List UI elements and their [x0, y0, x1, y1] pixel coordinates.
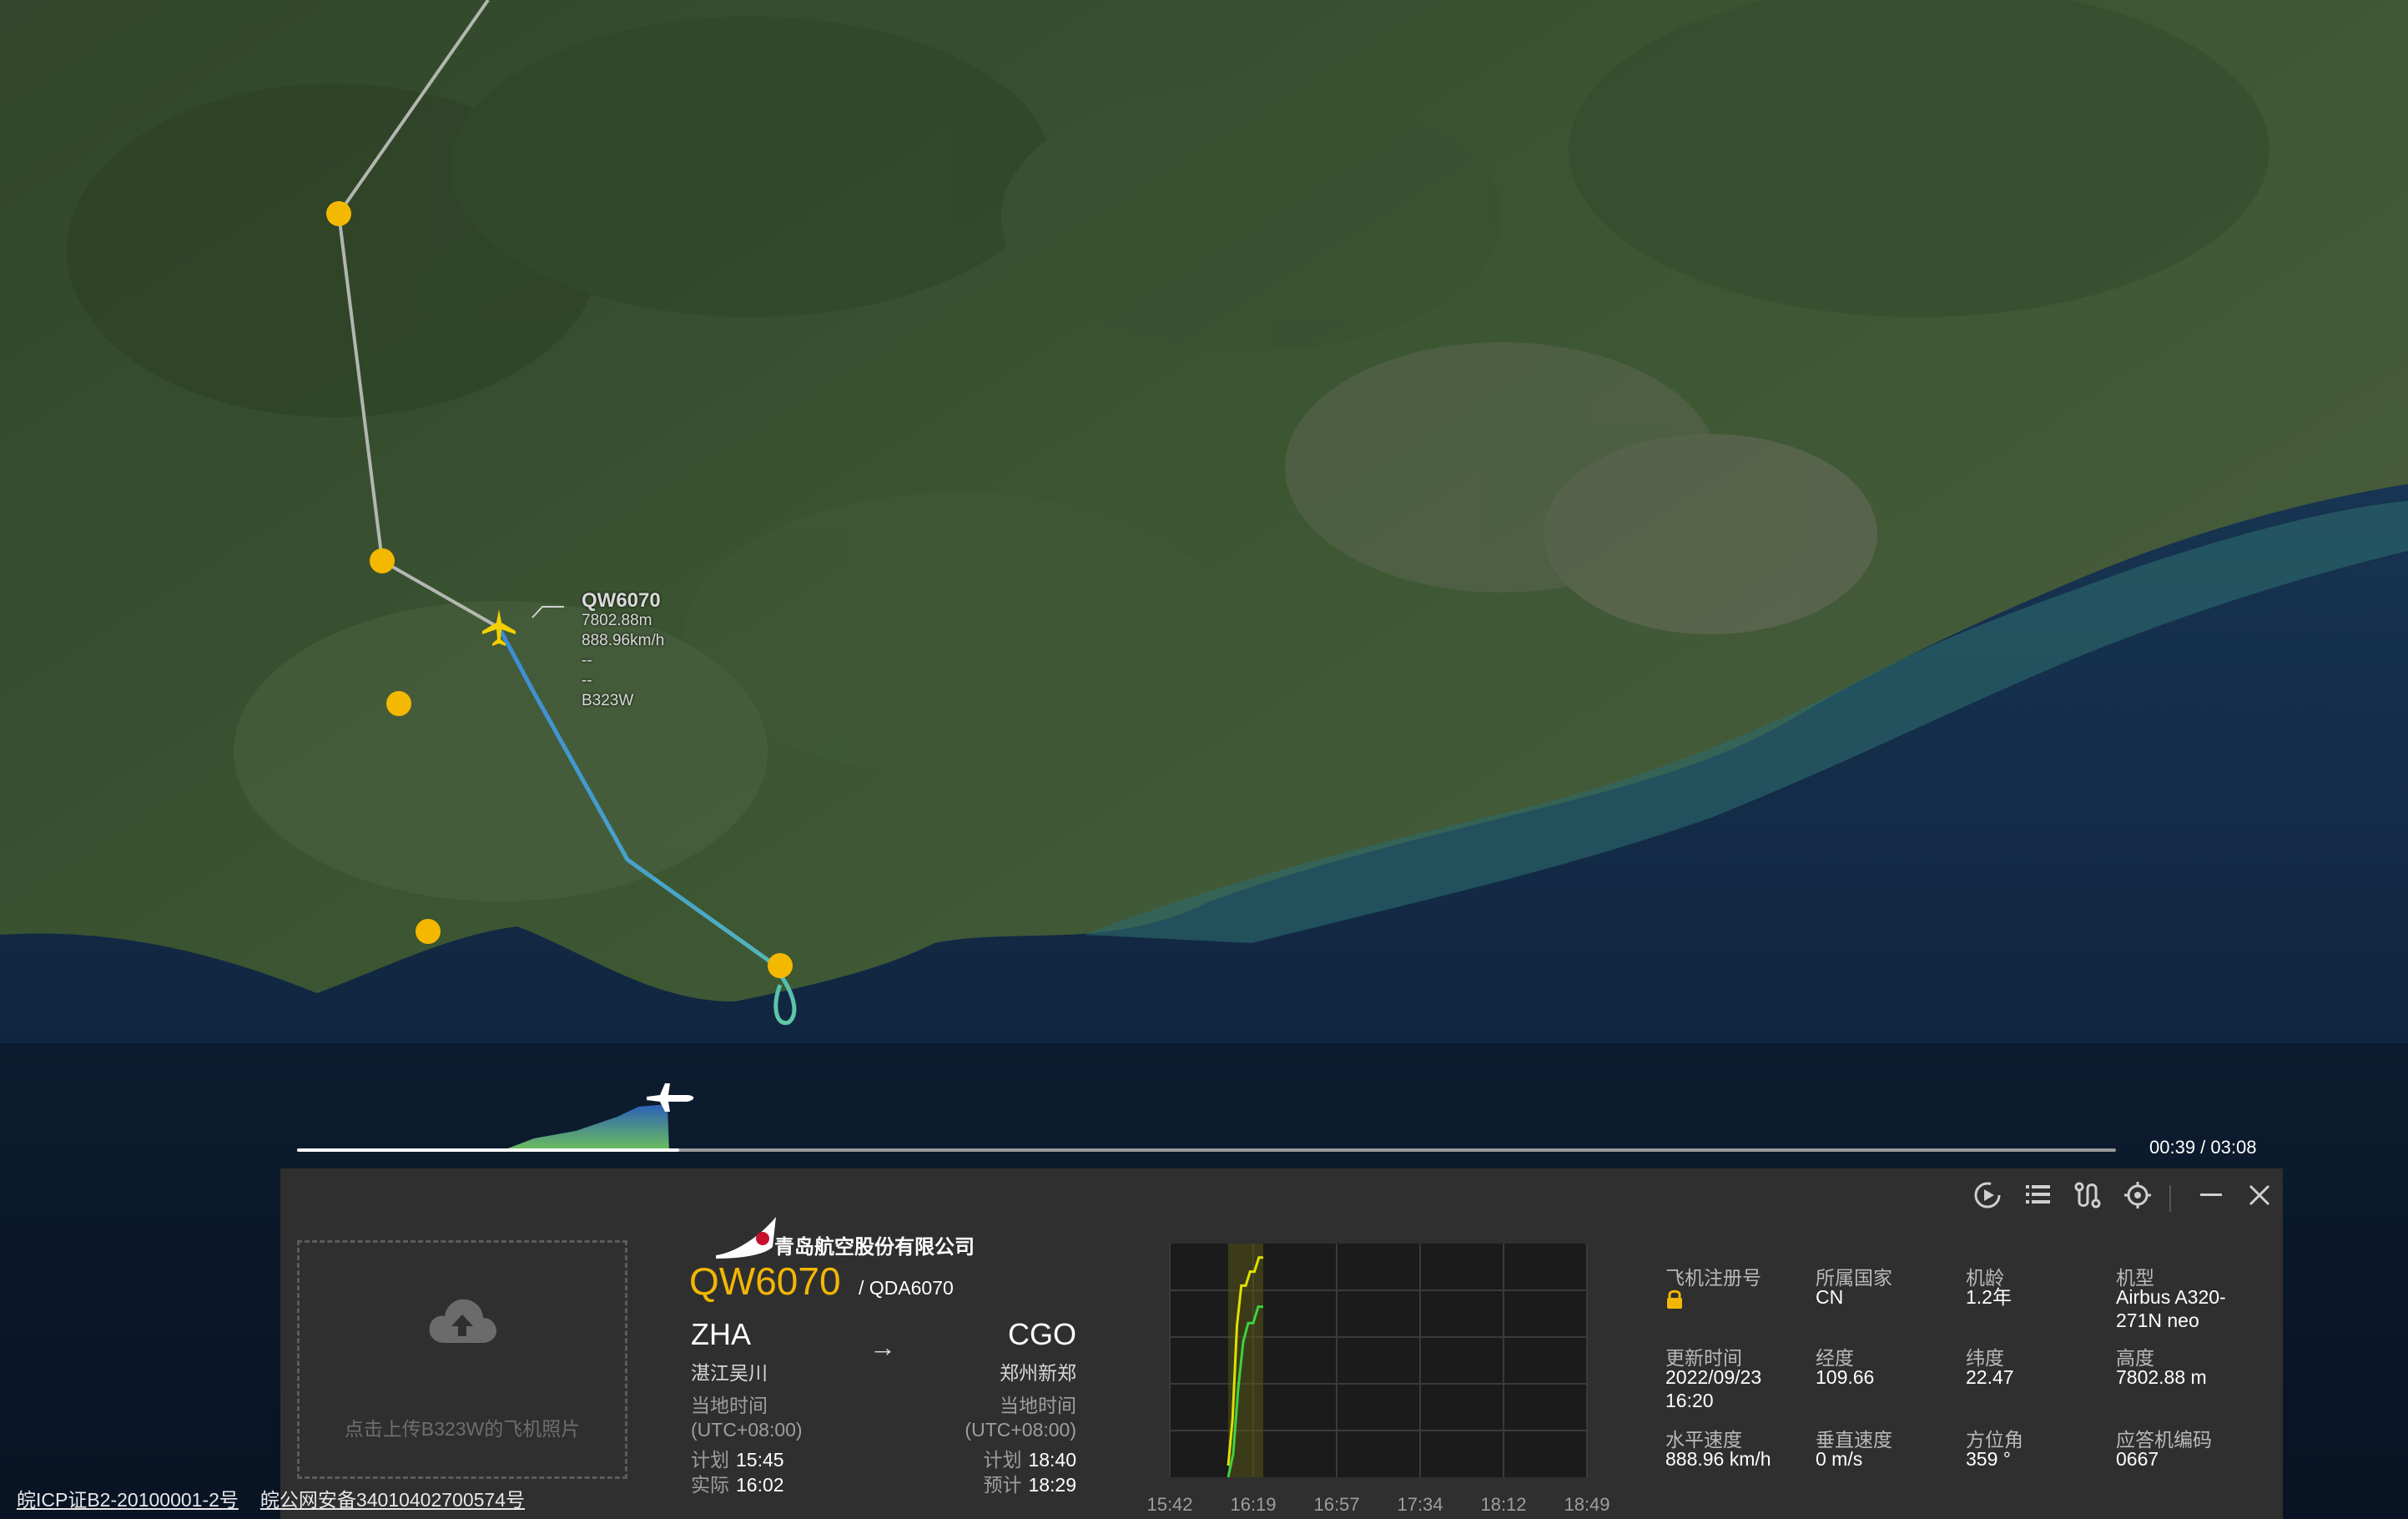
info-value: 0667 [2116, 1448, 2159, 1470]
destination-local-time-label: 当地时间 [1000, 1395, 1076, 1416]
locate-icon[interactable] [2119, 1180, 2156, 1217]
close-icon[interactable] [2241, 1180, 2278, 1217]
destination-plan-label: 计划 [983, 1449, 1022, 1471]
altitude-speed-chart: 15:42 16:19 16:57 17:34 18:12 18:49 [1146, 1244, 1610, 1515]
info-value: CN [1816, 1286, 1844, 1308]
list-icon[interactable] [2019, 1180, 2056, 1217]
map-speed: 888.96km/h [582, 632, 665, 649]
chart-x-tick-label: 15:42 [1146, 1494, 1192, 1515]
destination-utc: (UTC+08:00) [965, 1419, 1076, 1441]
toolbar-divider [2169, 1185, 2171, 1212]
info-label: 飞机注册号 [1665, 1267, 1761, 1289]
destination-est-time: 18:29 [1028, 1474, 1076, 1496]
replay-icon[interactable] [1969, 1180, 2006, 1217]
origin-local-time-label: 当地时间 [691, 1395, 768, 1416]
origin-actual-label: 实际 [691, 1474, 729, 1496]
map-registration: B323W [582, 692, 634, 709]
origin-timezone: 当地时间 (UTC+08:00) [691, 1394, 803, 1442]
route-icon[interactable] [2069, 1180, 2106, 1217]
destination-plan-time: 18:40 [1028, 1449, 1076, 1471]
origin-actual-time: 16:02 [736, 1474, 784, 1496]
chart-x-tick-label: 17:34 [1397, 1494, 1443, 1515]
waypoint-marker[interactable] [768, 953, 793, 978]
info-value: 1.2年 [1966, 1286, 2012, 1308]
destination-est-label: 预计 [983, 1474, 1022, 1496]
lock-icon [1667, 1289, 1682, 1309]
minimize-icon[interactable] [2193, 1180, 2229, 1217]
chart-x-tick-label: 16:19 [1230, 1494, 1276, 1515]
destination-plan-row: 计划 18:40 [983, 1444, 1076, 1472]
waypoint-marker[interactable] [416, 919, 441, 944]
destination-est-row: 预计 18:29 [983, 1469, 1076, 1497]
footer: 皖ICP证B2-20100001-2号 皖公网安备34010402700574号 [17, 1484, 547, 1512]
flight-icao-code: / QDA6070 [859, 1277, 954, 1299]
map-label-line4: -- [582, 672, 592, 689]
origin-utc: (UTC+08:00) [691, 1419, 803, 1441]
info-value: 2022/09/23 16:20 [1665, 1366, 1762, 1411]
route-arrow: → [869, 1332, 896, 1362]
info-value: 22.47 [1966, 1366, 2014, 1388]
destination-city: 郑州新郑 [1000, 1362, 1076, 1384]
flight-info-panel: 点击上传B323W的飞机照片 青岛航空股份有限公司 QW6070 / QDA60… [280, 1168, 2283, 1519]
chart-x-tick-label: 18:12 [1480, 1494, 1526, 1515]
flight-number: QW6070 [689, 1259, 841, 1303]
destination-airport-code: CGO [1007, 1317, 1076, 1351]
origin-plan-time: 15:45 [736, 1449, 784, 1471]
map-label-line3: -- [582, 652, 592, 669]
origin-actual-row: 实际 16:02 [691, 1469, 784, 1497]
playback-progress-track[interactable] [297, 1148, 2116, 1152]
info-value: 0 m/s [1816, 1448, 1863, 1470]
airline-name: 青岛航空股份有限公司 [774, 1236, 975, 1259]
airline-logo-icon [716, 1217, 776, 1259]
waypoint-marker[interactable] [386, 691, 411, 716]
info-value: 109.66 [1816, 1366, 1875, 1388]
police-link[interactable]: 皖公网安备34010402700574号 [260, 1489, 525, 1511]
chart-x-tick-label: 16:57 [1313, 1494, 1359, 1515]
icp-link[interactable]: 皖ICP证B2-20100001-2号 [17, 1489, 239, 1511]
map-callsign: QW6070 [582, 589, 661, 612]
map-altitude: 7802.88m [582, 612, 652, 629]
playback-time: 00:39 / 03:08 [2149, 1137, 2257, 1158]
photo-upload-area[interactable]: 点击上传B323W的飞机照片 [297, 1240, 627, 1479]
cloud-upload-icon [429, 1299, 496, 1343]
info-value: 888.96 km/h [1665, 1448, 1771, 1470]
origin-plan-label: 计划 [691, 1449, 729, 1471]
playback-progress-fill [297, 1148, 679, 1152]
origin-airport-code: ZHA [691, 1317, 751, 1351]
origin-plan-row: 计划 15:45 [691, 1444, 784, 1472]
origin-city: 湛江吴川 [691, 1362, 768, 1384]
aircraft-map-label: QW6070 7802.88m 888.96km/h -- -- B323W [582, 591, 664, 711]
info-value: 7802.88 m [2116, 1366, 2207, 1388]
info-value: Airbus A320-271N neo [2116, 1286, 2226, 1331]
photo-upload-text: 点击上传B323W的飞机照片 [344, 1418, 581, 1440]
playback-bar: 00:39 / 03:08 [297, 1085, 2283, 1168]
waypoint-marker[interactable] [370, 548, 395, 573]
info-value: 359 ° [1966, 1448, 2011, 1470]
chart-x-tick-label: 18:49 [1564, 1494, 1610, 1515]
destination-timezone: 当地时间 (UTC+08:00) [965, 1394, 1076, 1442]
waypoint-marker[interactable] [326, 201, 351, 226]
